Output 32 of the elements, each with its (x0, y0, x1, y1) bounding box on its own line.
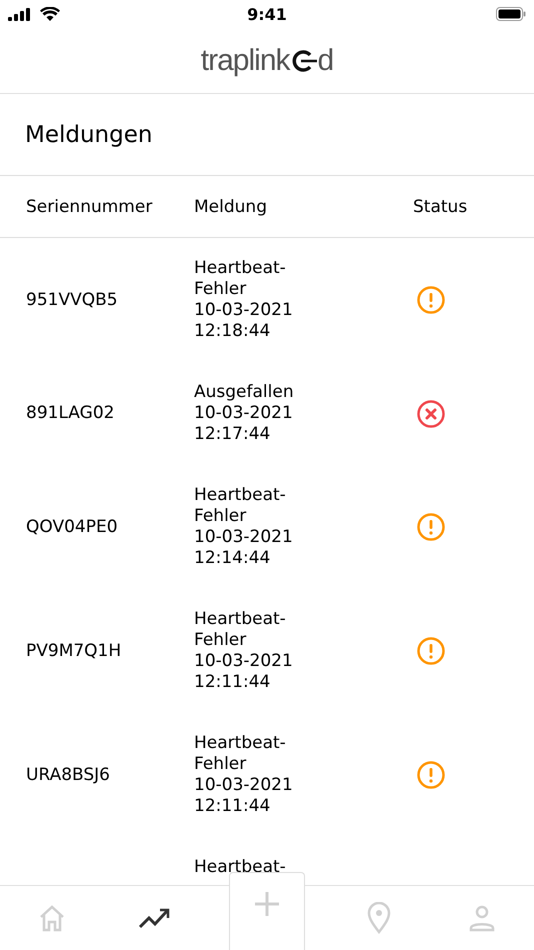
person-icon (468, 904, 496, 932)
column-header: Seriennummer (25, 196, 154, 216)
error-icon (416, 398, 446, 428)
signal-icon (8, 8, 30, 20)
message-text: Heartbeat- (194, 857, 287, 878)
location-pin-icon (366, 902, 391, 934)
warning-icon (416, 760, 446, 790)
warning-icon (416, 285, 446, 315)
warning-icon (416, 512, 446, 542)
plus-icon (254, 891, 280, 917)
message-text: Ausgefallen 10-03-2021 12:17:44 (194, 382, 295, 445)
column-header: Meldung (194, 196, 268, 216)
message-text: Heartbeat-Fehler 10-03-2021 12:11:44 (194, 609, 294, 693)
message-text: Heartbeat-Fehler 10-03-2021 12:11:44 (194, 733, 294, 817)
message-text: Heartbeat-Fehler 10-03-2021 12:18:44 (194, 258, 294, 342)
message-text: Heartbeat-Fehler 10-03-2021 12:14:44 (194, 485, 294, 569)
status-time: 9:41 (246, 4, 288, 24)
serial-number: URA8BSJ6 (26, 764, 110, 784)
serial-number: PV9M7Q1H (26, 640, 122, 660)
serial-number: 951VVQB5 (26, 290, 118, 310)
page-title: Meldungen (25, 122, 152, 148)
battery-icon (496, 7, 526, 21)
logo-text: d (318, 44, 334, 78)
serial-number: 891LAG02 (26, 403, 114, 423)
logo-text: traplink (200, 44, 290, 78)
power-icon (290, 48, 317, 72)
column-header: Status (412, 196, 468, 216)
wifi-icon (40, 7, 60, 21)
warning-icon (416, 636, 446, 666)
trend-icon (139, 907, 172, 929)
serial-number: QOV04PE0 (26, 516, 118, 536)
add-tab[interactable] (229, 872, 305, 950)
